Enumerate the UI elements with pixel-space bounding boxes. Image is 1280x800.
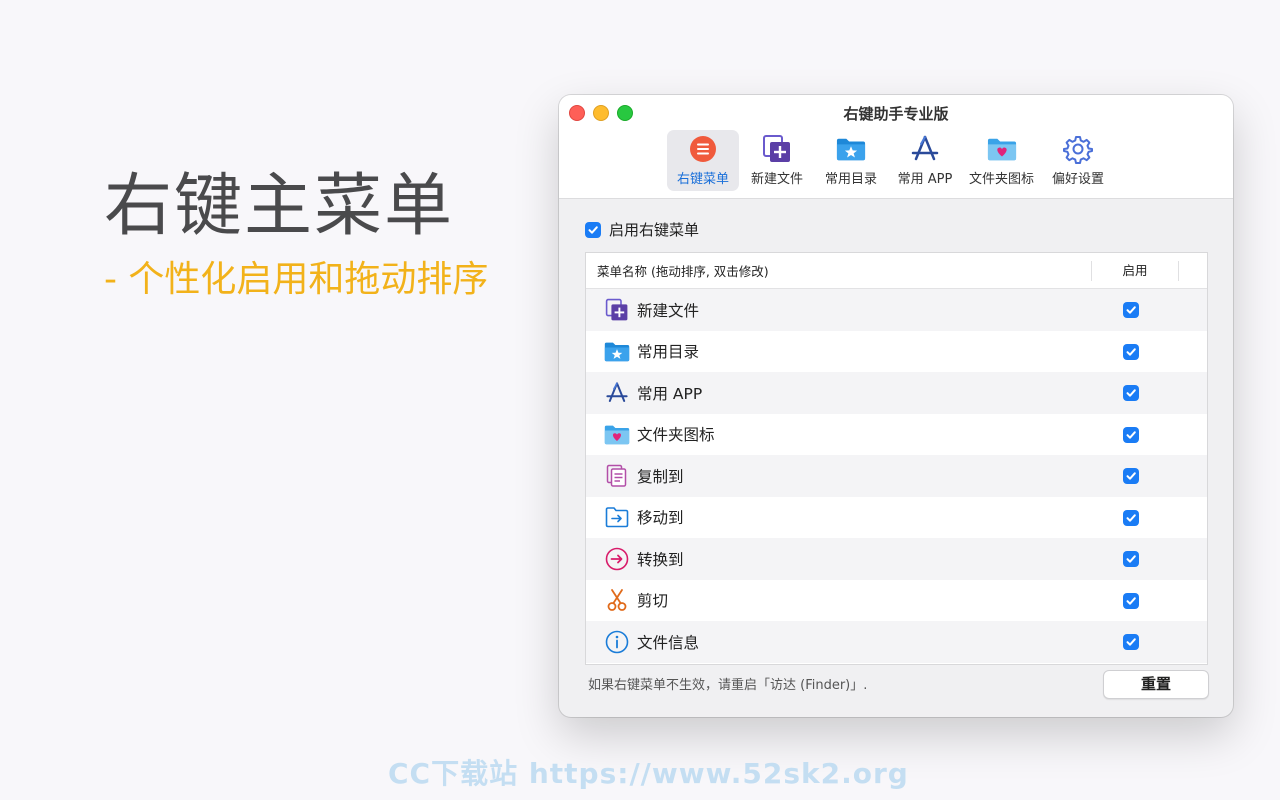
move-folder-icon xyxy=(604,504,630,530)
title-bar: 右键助手专业版 右键菜单 新建文件 常用目录 常用 APP 文件夹图标 偏好设置 xyxy=(559,95,1233,199)
hero-subtitle: - 个性化启用和拖动排序 xyxy=(104,259,489,300)
row-enable-checkbox[interactable] xyxy=(1123,551,1139,567)
table-body: 新建文件 常用目录 常用 APP 文件夹图标 复制到 移动到 转换到 剪切 文件… xyxy=(586,289,1207,663)
hero-title: 右键主菜单 xyxy=(104,167,455,246)
row-label: 转换到 xyxy=(637,550,684,569)
column-header-enable[interactable]: 启用 xyxy=(1091,260,1179,281)
checkmark-icon xyxy=(1126,596,1136,605)
checkmark-icon xyxy=(588,225,598,234)
table-row[interactable]: 新建文件 xyxy=(586,289,1207,331)
table-row[interactable]: 常用 APP xyxy=(586,372,1207,414)
tab-label: 右键菜单 xyxy=(676,172,729,187)
row-label: 文件夹图标 xyxy=(637,426,715,445)
gear-icon xyxy=(1063,134,1094,164)
footer-note: 如果右键菜单不生效，请重启「访达 (Finder)」. xyxy=(588,678,868,693)
checkmark-icon xyxy=(1126,555,1136,563)
row-enable-checkbox[interactable] xyxy=(1123,426,1139,443)
row-enable-checkbox[interactable] xyxy=(1123,302,1139,318)
table-row[interactable]: 剪切 xyxy=(586,580,1207,622)
tab-common-apps[interactable]: 常用 APP xyxy=(889,130,961,191)
row-label: 常用目录 xyxy=(637,343,700,362)
table-row[interactable]: 复制到 xyxy=(586,455,1207,497)
app-window: 右键助手专业版 右键菜单 新建文件 常用目录 常用 APP 文件夹图标 偏好设置… xyxy=(559,95,1233,717)
reset-button[interactable]: 重置 xyxy=(1103,670,1209,699)
checkmark-icon xyxy=(1126,347,1136,356)
table-row[interactable]: 文件夹图标 xyxy=(586,414,1207,456)
menu-items-table: 菜单名称 (拖动排序, 双击修改) 启用 新建文件 常用目录 常用 APP 文件… xyxy=(585,252,1208,665)
new-file-icon xyxy=(604,297,630,323)
column-header-name[interactable]: 菜单名称 (拖动排序, 双击修改) xyxy=(586,261,1091,280)
app-store-icon xyxy=(910,134,940,164)
tab-label: 常用目录 xyxy=(824,172,877,187)
checkmark-icon xyxy=(1126,430,1136,439)
new-file-icon xyxy=(762,134,792,164)
row-enable-checkbox[interactable] xyxy=(1123,509,1139,526)
checkmark-icon xyxy=(1126,638,1136,646)
row-enable-checkbox[interactable] xyxy=(1123,634,1139,650)
table-row[interactable]: 文件信息 xyxy=(586,621,1207,663)
table-row[interactable]: 常用目录 xyxy=(586,331,1207,373)
scissors-icon xyxy=(604,587,630,613)
row-enable-checkbox[interactable] xyxy=(1123,343,1139,360)
tab-label: 新建文件 xyxy=(750,172,803,187)
checkmark-icon xyxy=(1126,513,1136,522)
checkmark-icon xyxy=(1126,472,1136,480)
tab-label: 偏好设置 xyxy=(1052,172,1105,187)
table-header: 菜单名称 (拖动排序, 双击修改) 启用 xyxy=(586,253,1207,289)
enable-menu-checkbox[interactable] xyxy=(585,221,601,238)
enable-menu-label: 启用右键菜单 xyxy=(609,221,700,239)
folder-heart-icon xyxy=(987,134,1017,164)
folder-star-icon xyxy=(604,338,630,364)
tab-new-file[interactable]: 新建文件 xyxy=(741,130,813,191)
info-icon xyxy=(604,629,630,655)
app-store-icon xyxy=(604,380,630,406)
row-enable-checkbox[interactable] xyxy=(1123,468,1139,484)
row-label: 移动到 xyxy=(637,509,684,528)
checkmark-icon xyxy=(1126,389,1136,397)
row-enable-checkbox[interactable] xyxy=(1123,592,1139,609)
row-enable-checkbox[interactable] xyxy=(1123,385,1139,401)
enable-menu-row: 启用右键菜单 xyxy=(585,219,699,240)
tab-common-folders[interactable]: 常用目录 xyxy=(815,130,887,191)
menu-list-icon xyxy=(688,134,718,164)
tab-preferences[interactable]: 偏好设置 xyxy=(1042,130,1114,191)
folder-heart-icon xyxy=(604,421,630,447)
row-label: 新建文件 xyxy=(637,301,700,320)
tab-folder-icons[interactable]: 文件夹图标 xyxy=(963,130,1040,191)
row-label: 复制到 xyxy=(637,467,684,486)
tab-label: 文件夹图标 xyxy=(969,172,1035,187)
window-title: 右键助手专业版 xyxy=(843,105,949,123)
convert-arrow-icon xyxy=(604,546,630,572)
watermark: CC下载站 https://www.52sk2.org xyxy=(388,757,909,790)
row-label: 文件信息 xyxy=(637,633,700,652)
toolbar: 右键菜单 新建文件 常用目录 常用 APP 文件夹图标 偏好设置 xyxy=(667,130,1114,191)
tab-context-menu[interactable]: 右键菜单 xyxy=(667,130,739,191)
row-label: 常用 APP xyxy=(637,384,703,403)
table-row[interactable]: 转换到 xyxy=(586,538,1207,580)
folder-star-icon xyxy=(836,134,866,164)
copy-icon xyxy=(604,463,630,489)
checkmark-icon xyxy=(1126,306,1136,314)
row-label: 剪切 xyxy=(637,592,669,611)
tab-label: 常用 APP xyxy=(897,172,953,187)
table-row[interactable]: 移动到 xyxy=(586,497,1207,539)
